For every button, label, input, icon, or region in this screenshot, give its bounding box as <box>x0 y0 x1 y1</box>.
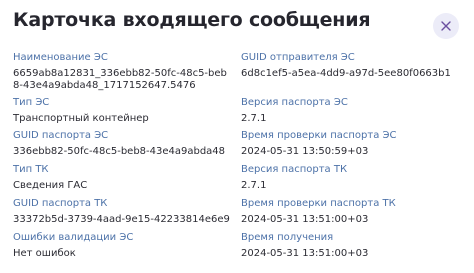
field-label: Тип ЭС <box>13 97 50 108</box>
field-received-time: Время получения 2024-05-31 13:51:00+03 <box>241 232 461 260</box>
field-value: 2024-05-31 13:51:00+03 <box>241 214 369 225</box>
field-label: Время проверки паспорта ЭС <box>241 130 397 141</box>
field-value: 33372b5d-3739-4aad-9e15-42233814e6e9 <box>13 214 230 225</box>
field-label: Время проверки паспорта ТК <box>241 198 396 209</box>
incoming-message-card: Карточка входящего сообщения Наименовани… <box>0 0 474 273</box>
close-button[interactable] <box>433 13 459 39</box>
field-value: Нет ошибок <box>13 248 76 259</box>
field-message-name: Наименование ЭС 6659ab8a12831_336ebb82-5… <box>13 52 233 92</box>
field-value: 2024-05-31 13:51:00+03 <box>241 248 369 259</box>
field-container-type: Тип ТК Сведения ГАС <box>13 164 233 192</box>
field-label: Версия паспорта ТК <box>241 164 348 175</box>
field-message-type: Тип ЭС Транспортный контейнер <box>13 97 233 125</box>
field-value: 2.7.1 <box>241 113 267 124</box>
field-sender-guid: GUID отправителя ЭС 6d8c1ef5-a5ea-4dd9-a… <box>241 52 461 80</box>
field-label: Наименование ЭС <box>13 52 108 63</box>
field-message-passport-guid: GUID паспорта ЭС 336ebb82-50fc-48c5-beb8… <box>13 130 233 158</box>
field-container-passport-check-time: Время проверки паспорта ТК 2024-05-31 13… <box>241 198 461 226</box>
field-container-passport-version: Версия паспорта ТК 2.7.1 <box>241 164 461 192</box>
field-value: Транспортный контейнер <box>13 113 149 124</box>
field-label: GUID отправителя ЭС <box>241 52 355 63</box>
field-value: 6d8c1ef5-a5ea-4dd9-a97d-5ee80f0663b1 <box>241 68 451 79</box>
field-value: 2.7.1 <box>241 180 267 191</box>
field-label: Тип ТК <box>13 164 49 175</box>
field-label: Версия паспорта ЭС <box>241 97 348 108</box>
field-validation-errors: Ошибки валидации ЭС Нет ошибок <box>13 232 233 260</box>
field-label: Время получения <box>241 232 334 243</box>
dialog-title: Карточка входящего сообщения <box>13 9 371 31</box>
field-value: 6659ab8a12831_336ebb82-50fc-48c5-beb8-43… <box>13 68 227 91</box>
field-label: GUID паспорта ЭС <box>13 130 109 141</box>
field-label: Ошибки валидации ЭС <box>13 232 134 243</box>
field-value: 336ebb82-50fc-48c5-beb8-43e4a9abda48 <box>13 146 226 157</box>
field-message-passport-check-time: Время проверки паспорта ЭС 2024-05-31 13… <box>241 130 461 158</box>
field-value: Сведения ГАС <box>13 180 88 191</box>
field-value: 2024-05-31 13:50:59+03 <box>241 146 369 157</box>
close-icon <box>441 21 451 31</box>
field-label: GUID паспорта ТК <box>13 198 108 209</box>
field-container-passport-guid: GUID паспорта ТК 33372b5d-3739-4aad-9e15… <box>13 198 233 226</box>
field-message-passport-version: Версия паспорта ЭС 2.7.1 <box>241 97 461 125</box>
